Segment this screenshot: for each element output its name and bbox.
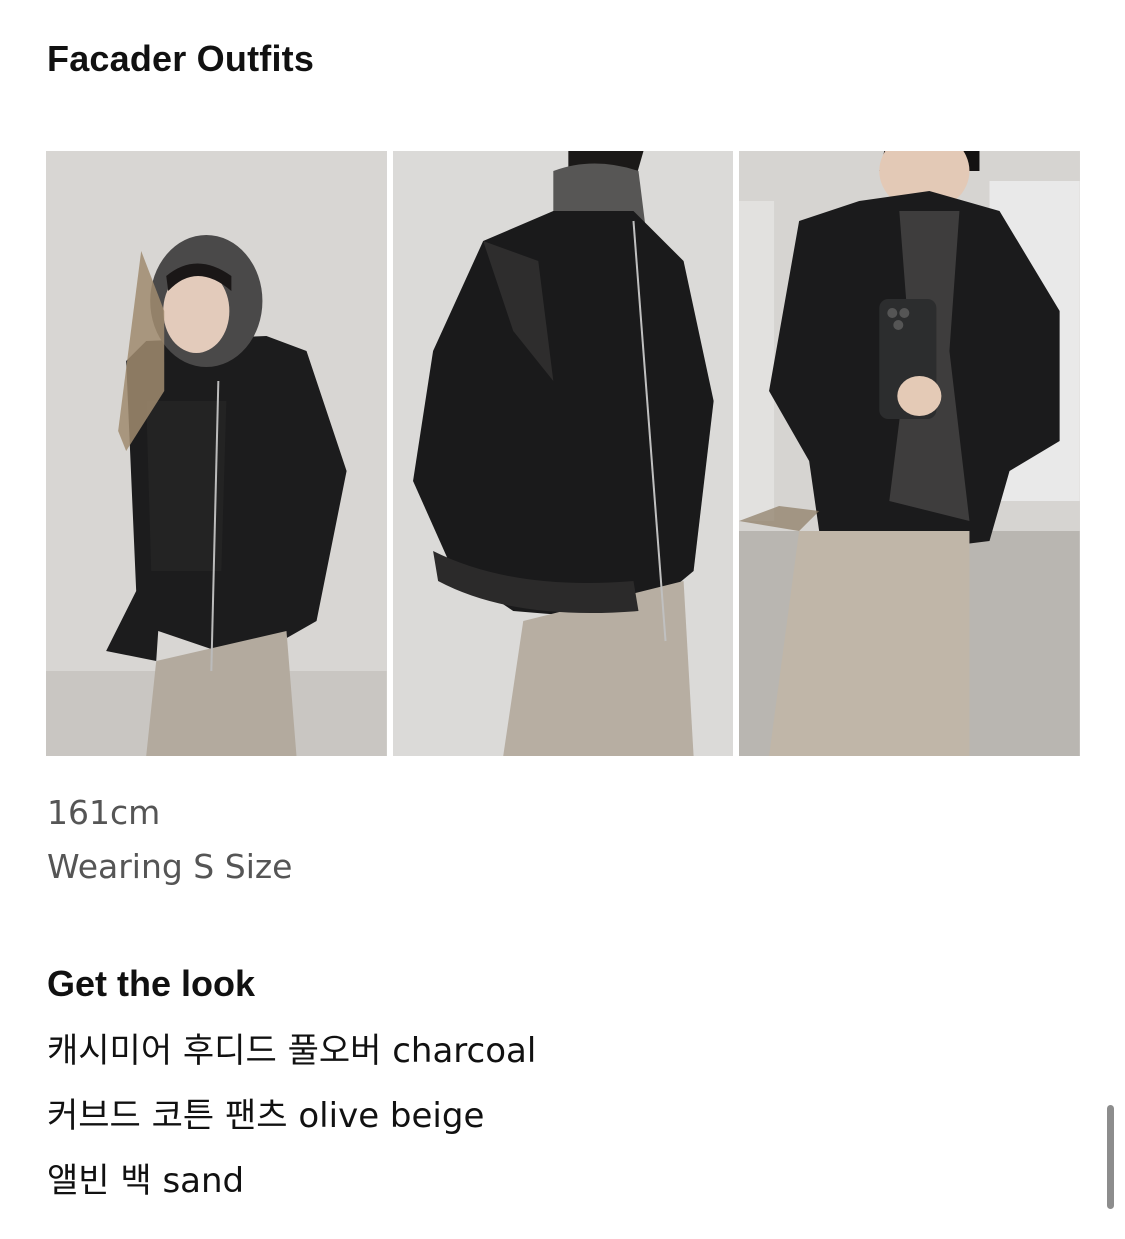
outfit-photo-side-closeup[interactable]	[392, 151, 734, 756]
look-item-pants[interactable]: 커브드 코튼 팬츠 olive beige	[47, 1089, 536, 1154]
outfit-photo-gallery	[46, 151, 1081, 756]
look-item-hoodie[interactable]: 캐시미어 후디드 풀오버 charcoal	[47, 1024, 536, 1089]
page-title: Facader Outfits	[47, 38, 315, 79]
outfit-photo-mirror-selfie-image	[739, 151, 1081, 756]
get-the-look-list: 캐시미어 후디드 풀오버 charcoal 커브드 코튼 팬츠 olive be…	[47, 1024, 536, 1219]
outfit-photo-front-hooded-image	[46, 151, 387, 756]
get-the-look-title: Get the look	[47, 963, 256, 1004]
look-item-bag[interactable]: 앨빈 백 sand	[47, 1154, 536, 1219]
outfit-photo-front-hooded[interactable]	[46, 151, 387, 756]
model-info: 161cm Wearing S Size	[47, 786, 293, 894]
model-size-note: Wearing S Size	[47, 847, 293, 886]
model-height: 161cm	[47, 793, 161, 832]
vertical-scrollbar[interactable]	[1107, 1105, 1114, 1209]
outfit-photo-mirror-selfie[interactable]	[739, 151, 1081, 756]
outfit-photo-side-closeup-image	[392, 151, 734, 756]
